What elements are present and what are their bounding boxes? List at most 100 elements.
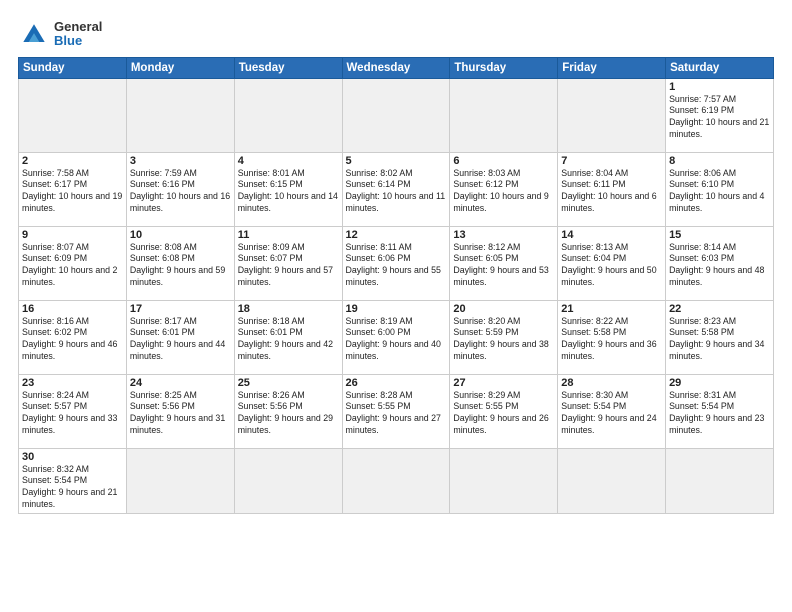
calendar-cell: 28Sunrise: 8:30 AM Sunset: 5:54 PM Dayli… xyxy=(558,374,666,448)
calendar-cell: 14Sunrise: 8:13 AM Sunset: 6:04 PM Dayli… xyxy=(558,226,666,300)
calendar-cell xyxy=(126,78,234,152)
day-number: 15 xyxy=(669,229,770,241)
day-number: 6 xyxy=(453,155,554,167)
calendar-cell: 4Sunrise: 8:01 AM Sunset: 6:15 PM Daylig… xyxy=(234,152,342,226)
day-number: 12 xyxy=(346,229,447,241)
day-number: 10 xyxy=(130,229,231,241)
day-info: Sunrise: 8:14 AM Sunset: 6:03 PM Dayligh… xyxy=(669,242,770,290)
day-info: Sunrise: 8:18 AM Sunset: 6:01 PM Dayligh… xyxy=(238,316,339,364)
day-number: 9 xyxy=(22,229,123,241)
logo-text: General Blue xyxy=(54,20,102,49)
calendar-cell: 25Sunrise: 8:26 AM Sunset: 5:56 PM Dayli… xyxy=(234,374,342,448)
calendar-cell: 10Sunrise: 8:08 AM Sunset: 6:08 PM Dayli… xyxy=(126,226,234,300)
calendar-cell xyxy=(558,78,666,152)
calendar-cell: 18Sunrise: 8:18 AM Sunset: 6:01 PM Dayli… xyxy=(234,300,342,374)
calendar-header-wednesday: Wednesday xyxy=(342,57,450,78)
day-number: 8 xyxy=(669,155,770,167)
day-number: 1 xyxy=(669,81,770,93)
calendar-cell: 5Sunrise: 8:02 AM Sunset: 6:14 PM Daylig… xyxy=(342,152,450,226)
calendar-table: SundayMondayTuesdayWednesdayThursdayFrid… xyxy=(18,57,774,515)
calendar-cell xyxy=(450,78,558,152)
day-info: Sunrise: 8:03 AM Sunset: 6:12 PM Dayligh… xyxy=(453,168,554,216)
calendar-week-row: 16Sunrise: 8:16 AM Sunset: 6:02 PM Dayli… xyxy=(19,300,774,374)
calendar-cell: 17Sunrise: 8:17 AM Sunset: 6:01 PM Dayli… xyxy=(126,300,234,374)
calendar-cell: 8Sunrise: 8:06 AM Sunset: 6:10 PM Daylig… xyxy=(666,152,774,226)
day-info: Sunrise: 8:08 AM Sunset: 6:08 PM Dayligh… xyxy=(130,242,231,290)
day-number: 13 xyxy=(453,229,554,241)
header: General Blue xyxy=(18,16,774,49)
day-info: Sunrise: 7:59 AM Sunset: 6:16 PM Dayligh… xyxy=(130,168,231,216)
day-number: 7 xyxy=(561,155,662,167)
calendar-cell: 1Sunrise: 7:57 AM Sunset: 6:19 PM Daylig… xyxy=(666,78,774,152)
calendar-cell xyxy=(342,448,450,514)
day-info: Sunrise: 8:01 AM Sunset: 6:15 PM Dayligh… xyxy=(238,168,339,216)
day-number: 27 xyxy=(453,377,554,389)
calendar-cell xyxy=(19,78,127,152)
calendar-cell xyxy=(558,448,666,514)
calendar-cell: 3Sunrise: 7:59 AM Sunset: 6:16 PM Daylig… xyxy=(126,152,234,226)
day-info: Sunrise: 8:29 AM Sunset: 5:55 PM Dayligh… xyxy=(453,390,554,438)
day-info: Sunrise: 8:04 AM Sunset: 6:11 PM Dayligh… xyxy=(561,168,662,216)
calendar-cell: 20Sunrise: 8:20 AM Sunset: 5:59 PM Dayli… xyxy=(450,300,558,374)
day-info: Sunrise: 8:12 AM Sunset: 6:05 PM Dayligh… xyxy=(453,242,554,290)
calendar-cell: 2Sunrise: 7:58 AM Sunset: 6:17 PM Daylig… xyxy=(19,152,127,226)
calendar-cell: 19Sunrise: 8:19 AM Sunset: 6:00 PM Dayli… xyxy=(342,300,450,374)
day-number: 21 xyxy=(561,303,662,315)
day-info: Sunrise: 8:16 AM Sunset: 6:02 PM Dayligh… xyxy=(22,316,123,364)
day-info: Sunrise: 8:31 AM Sunset: 5:54 PM Dayligh… xyxy=(669,390,770,438)
calendar-header-row: SundayMondayTuesdayWednesdayThursdayFrid… xyxy=(19,57,774,78)
calendar-cell: 26Sunrise: 8:28 AM Sunset: 5:55 PM Dayli… xyxy=(342,374,450,448)
day-number: 23 xyxy=(22,377,123,389)
day-info: Sunrise: 8:22 AM Sunset: 5:58 PM Dayligh… xyxy=(561,316,662,364)
day-number: 5 xyxy=(346,155,447,167)
day-info: Sunrise: 8:09 AM Sunset: 6:07 PM Dayligh… xyxy=(238,242,339,290)
day-number: 24 xyxy=(130,377,231,389)
day-number: 22 xyxy=(669,303,770,315)
calendar-header-friday: Friday xyxy=(558,57,666,78)
day-info: Sunrise: 8:28 AM Sunset: 5:55 PM Dayligh… xyxy=(346,390,447,438)
logo: General Blue xyxy=(18,20,102,49)
day-info: Sunrise: 8:25 AM Sunset: 5:56 PM Dayligh… xyxy=(130,390,231,438)
day-info: Sunrise: 7:57 AM Sunset: 6:19 PM Dayligh… xyxy=(669,94,770,142)
calendar-cell: 15Sunrise: 8:14 AM Sunset: 6:03 PM Dayli… xyxy=(666,226,774,300)
calendar-cell: 27Sunrise: 8:29 AM Sunset: 5:55 PM Dayli… xyxy=(450,374,558,448)
generalblue-logo-icon xyxy=(18,20,50,48)
day-number: 29 xyxy=(669,377,770,389)
day-info: Sunrise: 8:11 AM Sunset: 6:06 PM Dayligh… xyxy=(346,242,447,290)
calendar-cell xyxy=(450,448,558,514)
calendar-cell: 7Sunrise: 8:04 AM Sunset: 6:11 PM Daylig… xyxy=(558,152,666,226)
day-number: 28 xyxy=(561,377,662,389)
day-number: 2 xyxy=(22,155,123,167)
day-info: Sunrise: 8:13 AM Sunset: 6:04 PM Dayligh… xyxy=(561,242,662,290)
calendar-cell: 13Sunrise: 8:12 AM Sunset: 6:05 PM Dayli… xyxy=(450,226,558,300)
calendar-cell: 9Sunrise: 8:07 AM Sunset: 6:09 PM Daylig… xyxy=(19,226,127,300)
calendar-cell xyxy=(234,78,342,152)
day-number: 30 xyxy=(22,451,123,463)
day-info: Sunrise: 8:20 AM Sunset: 5:59 PM Dayligh… xyxy=(453,316,554,364)
calendar-cell: 16Sunrise: 8:16 AM Sunset: 6:02 PM Dayli… xyxy=(19,300,127,374)
calendar-cell xyxy=(126,448,234,514)
calendar-header-sunday: Sunday xyxy=(19,57,127,78)
calendar-week-row: 30Sunrise: 8:32 AM Sunset: 5:54 PM Dayli… xyxy=(19,448,774,514)
calendar-cell: 23Sunrise: 8:24 AM Sunset: 5:57 PM Dayli… xyxy=(19,374,127,448)
day-number: 4 xyxy=(238,155,339,167)
calendar-cell: 6Sunrise: 8:03 AM Sunset: 6:12 PM Daylig… xyxy=(450,152,558,226)
calendar-cell: 11Sunrise: 8:09 AM Sunset: 6:07 PM Dayli… xyxy=(234,226,342,300)
calendar-cell: 22Sunrise: 8:23 AM Sunset: 5:58 PM Dayli… xyxy=(666,300,774,374)
calendar-week-row: 2Sunrise: 7:58 AM Sunset: 6:17 PM Daylig… xyxy=(19,152,774,226)
calendar-header-tuesday: Tuesday xyxy=(234,57,342,78)
calendar-cell: 30Sunrise: 8:32 AM Sunset: 5:54 PM Dayli… xyxy=(19,448,127,514)
day-number: 25 xyxy=(238,377,339,389)
day-info: Sunrise: 8:24 AM Sunset: 5:57 PM Dayligh… xyxy=(22,390,123,438)
logo-blue: Blue xyxy=(54,34,102,48)
calendar-week-row: 1Sunrise: 7:57 AM Sunset: 6:19 PM Daylig… xyxy=(19,78,774,152)
day-number: 17 xyxy=(130,303,231,315)
day-info: Sunrise: 8:07 AM Sunset: 6:09 PM Dayligh… xyxy=(22,242,123,290)
day-info: Sunrise: 8:26 AM Sunset: 5:56 PM Dayligh… xyxy=(238,390,339,438)
day-info: Sunrise: 8:06 AM Sunset: 6:10 PM Dayligh… xyxy=(669,168,770,216)
calendar-cell: 29Sunrise: 8:31 AM Sunset: 5:54 PM Dayli… xyxy=(666,374,774,448)
day-number: 19 xyxy=(346,303,447,315)
day-info: Sunrise: 8:30 AM Sunset: 5:54 PM Dayligh… xyxy=(561,390,662,438)
calendar-week-row: 9Sunrise: 8:07 AM Sunset: 6:09 PM Daylig… xyxy=(19,226,774,300)
calendar-week-row: 23Sunrise: 8:24 AM Sunset: 5:57 PM Dayli… xyxy=(19,374,774,448)
